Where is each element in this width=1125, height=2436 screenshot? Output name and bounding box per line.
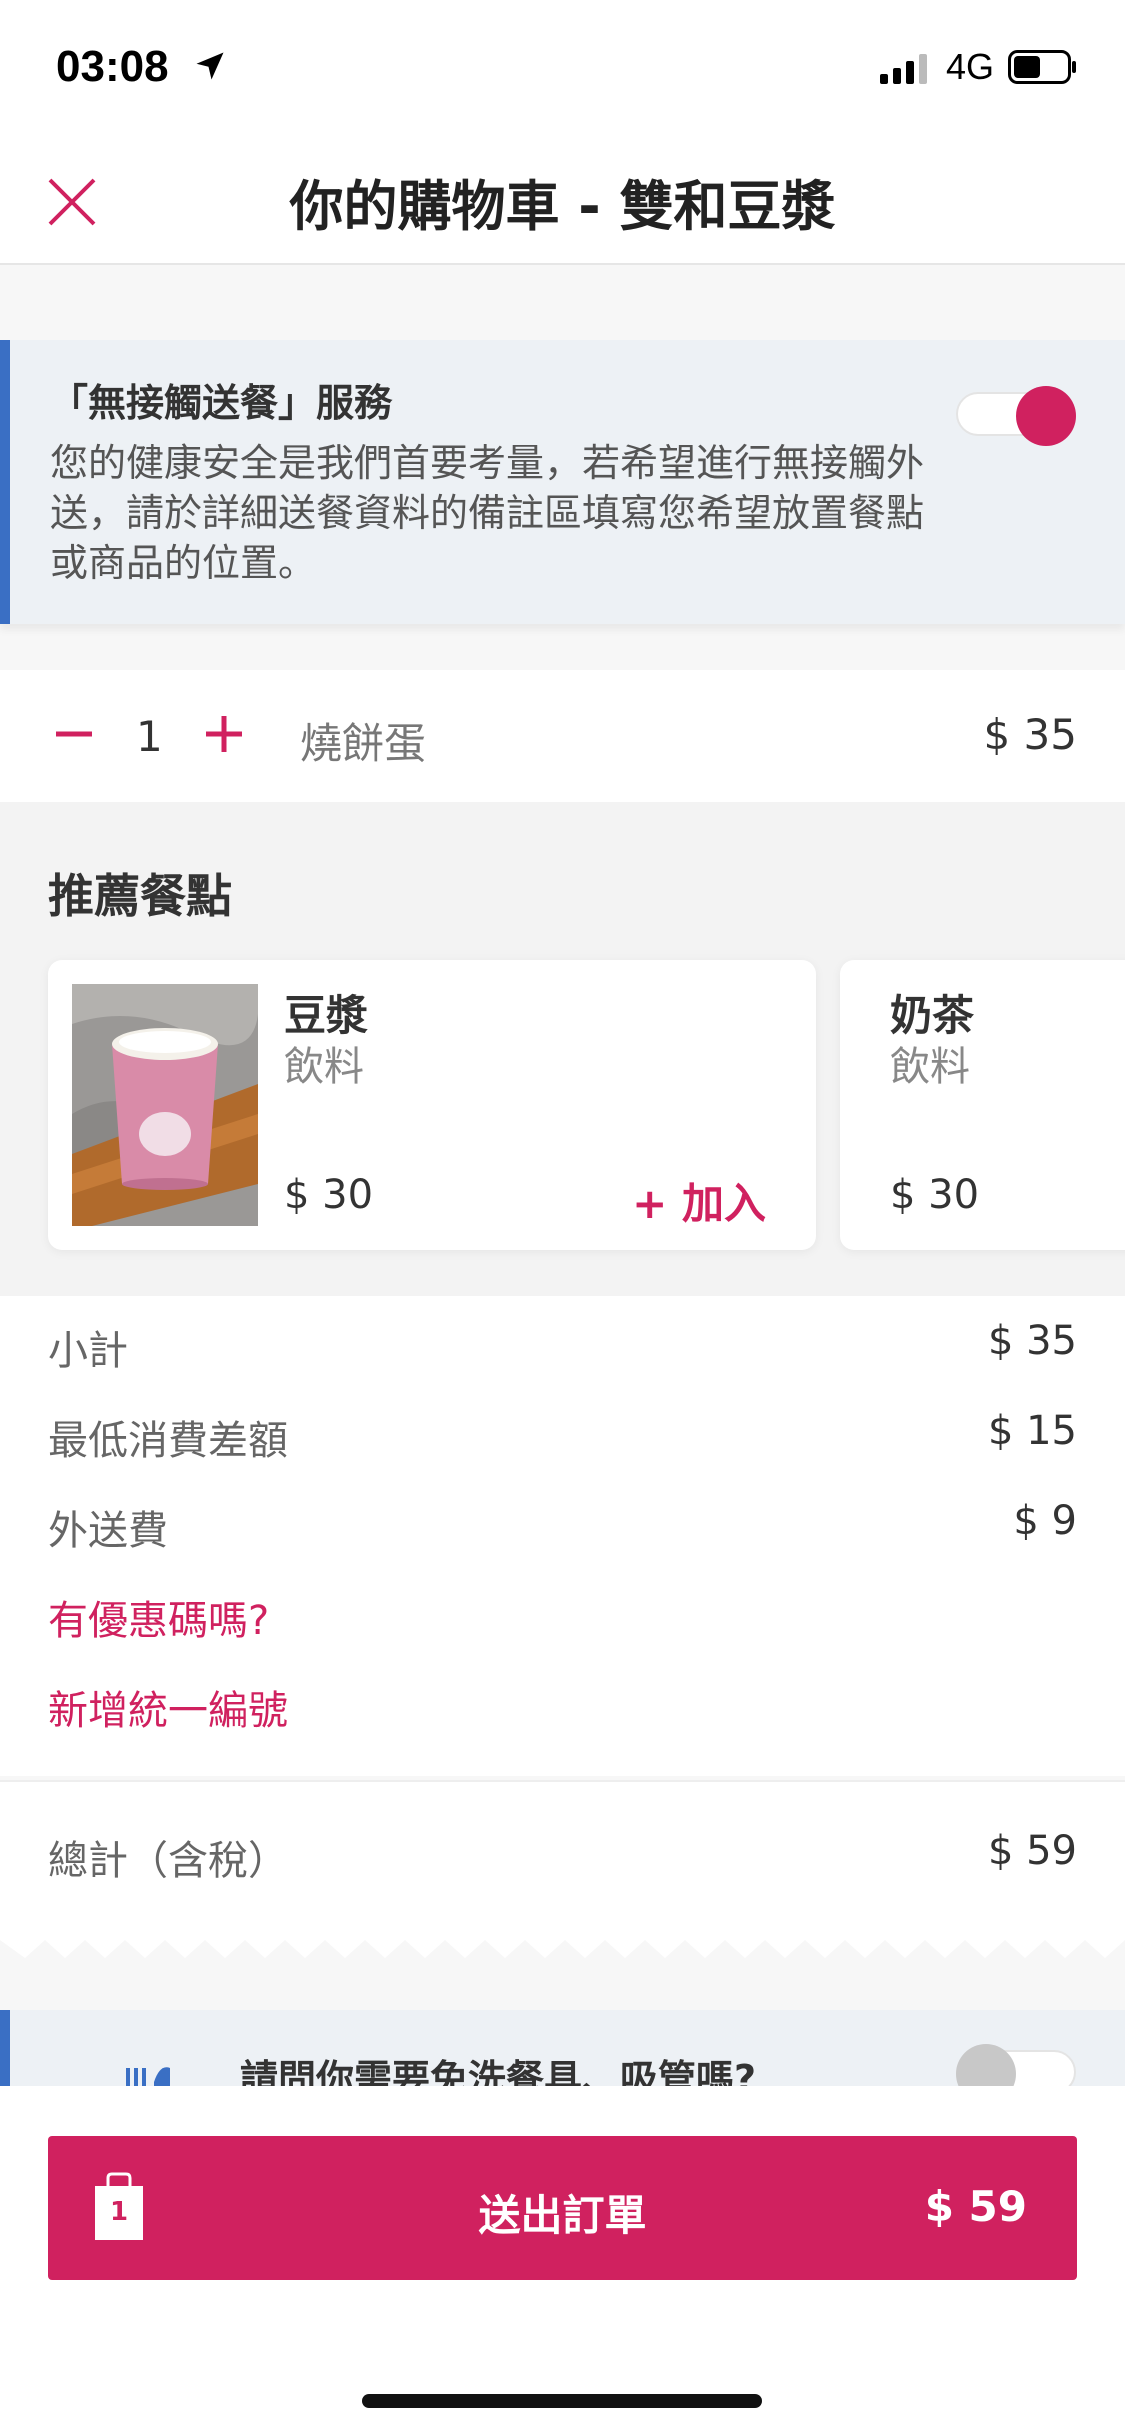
total-value: $ 59 xyxy=(987,1828,1077,1874)
cutlery-toggle[interactable] xyxy=(956,2044,1076,2086)
tax-id-link[interactable]: 新增統一編號 xyxy=(48,1678,288,1736)
home-indicator[interactable] xyxy=(362,2394,762,2408)
subtotal-label: 小計 xyxy=(48,1328,128,1374)
minus-icon[interactable] xyxy=(52,712,96,756)
battery-icon xyxy=(1008,50,1076,84)
receipt-edge xyxy=(0,1930,1125,1958)
submit-price: $ 59 xyxy=(924,2182,1027,2231)
contactless-toggle[interactable] xyxy=(956,386,1076,446)
promo-code-link[interactable]: 有優惠碼嗎? xyxy=(48,1588,269,1646)
plus-icon[interactable] xyxy=(202,712,246,756)
recommendations-title: 推薦餐點 xyxy=(48,869,232,923)
submit-label: 送出訂單 xyxy=(478,2191,647,2240)
cutlery-icon xyxy=(126,2067,170,2086)
delivery-fee-label: 外送費 xyxy=(48,1508,168,1554)
delivery-fee-value: $ 9 xyxy=(1013,1498,1077,1544)
submit-order-button[interactable]: 1 送出訂單 $ 59 xyxy=(48,2136,1077,2280)
status-time: 03:08 xyxy=(56,42,169,91)
cutlery-question: 請問你需要免洗餐具、吸管嗎? xyxy=(240,2057,757,2086)
cutlery-banner: 請問你需要免洗餐具、吸管嗎? xyxy=(0,2010,1125,2086)
page-title: 你的購物車 - 雙和豆漿 xyxy=(289,175,836,238)
header: 你的購物車 - 雙和豆漿 xyxy=(0,140,1125,265)
recommendation-card[interactable]: 奶茶 飲料 $ 30 xyxy=(840,960,1125,1250)
product-category: 飲料 xyxy=(284,1044,364,1090)
location-arrow-icon xyxy=(196,52,224,80)
total-label: 總計（含稅） xyxy=(48,1838,288,1884)
recommendations-section: 推薦餐點 豆漿 飲料 $ 30 + 加入 奶茶 飲料 $ 30 xyxy=(0,802,1125,1296)
min-diff-row: 最低消費差額 $ 15 xyxy=(48,1408,1077,1468)
product-price: $ 30 xyxy=(890,1172,980,1218)
contactless-banner: 「無接觸送餐」服務 您的健康安全是我們首要考量，若希望進行無接觸外送，請於詳細送… xyxy=(0,340,1125,624)
item-name: 燒餅蛋 xyxy=(300,719,427,768)
network-type: 4G xyxy=(946,46,995,87)
signal-icon xyxy=(880,54,927,84)
contactless-title: 「無接觸送餐」服務 xyxy=(50,381,393,425)
delivery-fee-row: 外送費 $ 9 xyxy=(48,1498,1077,1558)
total-row: 總計（含稅） $ 59 xyxy=(0,1780,1125,1930)
cart-item-row: 1 燒餅蛋 $ 35 xyxy=(0,670,1125,802)
product-image xyxy=(72,984,258,1226)
subtotal-value: $ 35 xyxy=(987,1318,1077,1364)
product-category: 飲料 xyxy=(890,1044,970,1090)
bottom-bar: 1 送出訂單 $ 59 xyxy=(0,2086,1125,2436)
toggle-knob xyxy=(956,2044,1016,2086)
min-diff-value: $ 15 xyxy=(987,1408,1077,1454)
toggle-knob xyxy=(1016,386,1076,446)
item-price: $ 35 xyxy=(983,710,1077,759)
status-bar: 03:08 4G xyxy=(0,0,1125,140)
subtotal-row: 小計 $ 35 xyxy=(48,1318,1077,1378)
product-price: $ 30 xyxy=(284,1172,374,1218)
add-to-cart-button[interactable]: + 加入 xyxy=(632,1170,766,1231)
contactless-description: 您的健康安全是我們首要考量，若希望進行無接觸外送，請於詳細送餐資料的備註區填寫您… xyxy=(50,441,925,585)
recommendation-card[interactable]: 豆漿 飲料 $ 30 + 加入 xyxy=(48,960,816,1250)
quantity-value: 1 xyxy=(136,712,163,761)
order-summary: 小計 $ 35 最低消費差額 $ 15 外送費 $ 9 有優惠碼嗎? 新增統一編… xyxy=(0,1296,1125,1776)
min-diff-label: 最低消費差額 xyxy=(48,1418,288,1464)
